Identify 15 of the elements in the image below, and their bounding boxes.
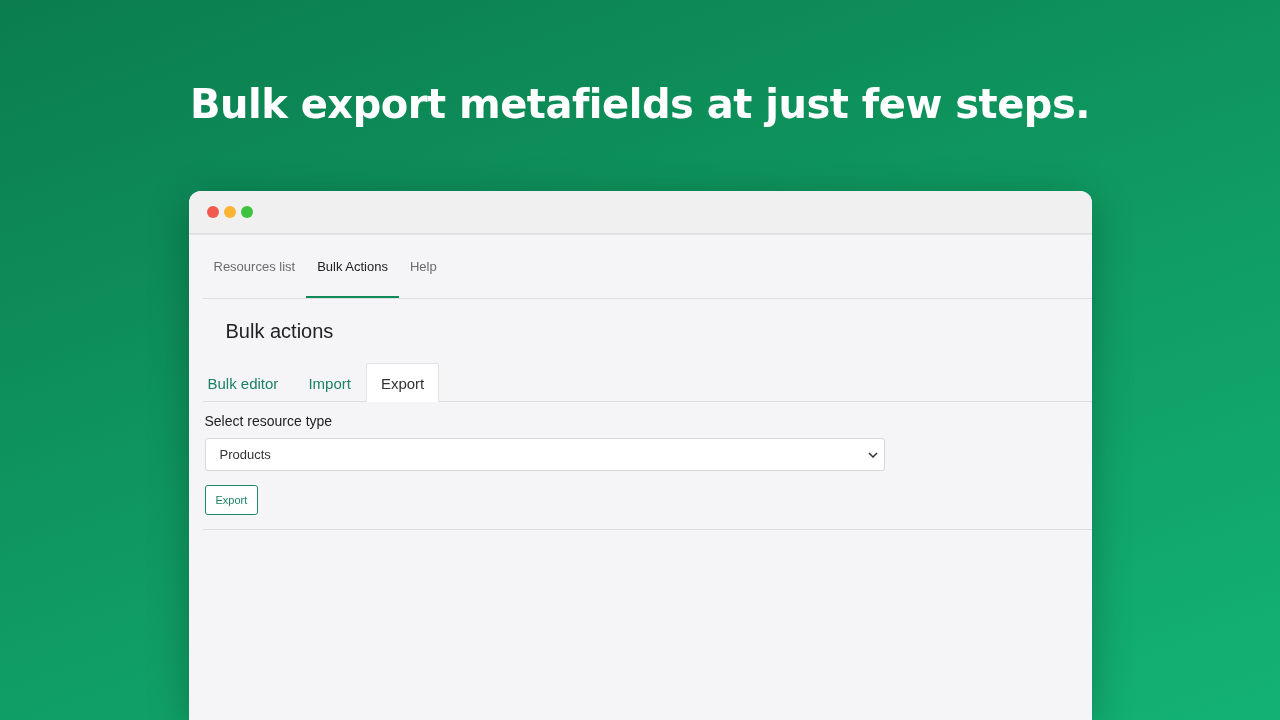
close-icon[interactable] bbox=[206, 206, 219, 218]
export-button[interactable]: Export bbox=[204, 485, 259, 515]
nav-tab[interactable]: Resources list bbox=[202, 236, 307, 298]
page-title: Bulk actions bbox=[225, 319, 335, 343]
chevron-down-icon bbox=[867, 451, 878, 458]
maximize-icon[interactable] bbox=[240, 206, 253, 218]
sub-tab[interactable]: Export bbox=[365, 363, 440, 402]
field-label: Select resource type bbox=[204, 413, 333, 429]
nav-tab[interactable]: Help bbox=[398, 236, 448, 298]
minimize-icon[interactable] bbox=[223, 206, 236, 218]
nav-tab[interactable]: Bulk Actions bbox=[306, 236, 399, 298]
resource-type-select[interactable]: Products bbox=[204, 438, 885, 471]
sub-tab[interactable]: Bulk editor bbox=[202, 363, 294, 402]
headline: Bulk export metafields at just few steps. bbox=[190, 80, 1090, 128]
sub-tab[interactable]: Import bbox=[293, 363, 366, 402]
